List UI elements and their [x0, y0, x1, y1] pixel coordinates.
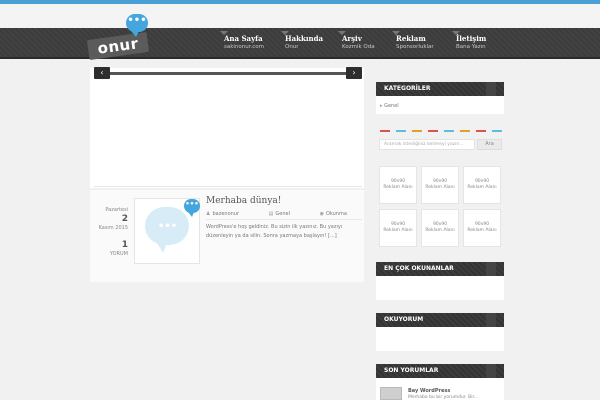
nav-item-archive[interactable]: Arşiv Kozmik Oda: [338, 31, 375, 56]
speech-bubble-icon: •••: [126, 14, 148, 37]
folder-icon: ▤: [268, 211, 274, 217]
nav-item-title: Arşiv: [342, 34, 362, 43]
category-link[interactable]: Genel: [380, 103, 399, 109]
post-comment-label: YORUM: [109, 251, 128, 257]
post-day-name: Pazartesi: [105, 207, 128, 213]
nav-item-advertise[interactable]: Reklam Sponsorluklar: [392, 31, 434, 56]
widget-body-reading: [376, 327, 504, 351]
featured-slider: [90, 68, 364, 188]
eye-icon: ◉: [319, 211, 324, 217]
ad-slot[interactable]: 90x90 Reklam Alanı: [463, 166, 501, 204]
widget-header-most-read: EN ÇOK OKUNANLAR: [376, 262, 504, 276]
nav-item-subtitle: Kozmik Oda: [342, 44, 375, 50]
nav-item-subtitle: Bana Yazın: [456, 44, 486, 50]
ad-label: Reklam Alanı: [425, 228, 455, 233]
widget-title: EN ÇOK OKUNANLAR: [384, 265, 454, 272]
ad-label: Reklam Alanı: [425, 185, 455, 190]
nav-item-title: Hakkında: [285, 34, 324, 43]
nav-item-about[interactable]: Hakkında Onur: [280, 31, 324, 56]
divider: [206, 219, 362, 220]
search-button[interactable]: Ara: [477, 139, 502, 150]
post-category[interactable]: Genel: [275, 211, 290, 217]
decorative-dashes: [380, 130, 502, 132]
widget-title: KATEGORİLER: [384, 85, 431, 92]
nav-item-contact[interactable]: İletişim Bana Yazın: [451, 31, 487, 56]
nav-item-home[interactable]: Ana Sayfa sakinonur.com: [219, 31, 265, 56]
comment-author[interactable]: Bay WordPress: [408, 388, 450, 394]
widget-body-most-read: [376, 276, 504, 300]
post-day: 2: [121, 214, 128, 224]
ad-label: Reklam Alanı: [467, 228, 497, 233]
slider-bar: [94, 72, 362, 75]
post-author[interactable]: bazenonur: [212, 211, 239, 217]
nav-item-subtitle: Sponsorluklar: [396, 44, 434, 50]
post-excerpt: WordPress'e hoş geldiniz. Bu sizin ilk y…: [206, 224, 343, 239]
post-comment-count[interactable]: 1: [98, 240, 128, 250]
widget-header-reading: OKUYORUM: [376, 313, 504, 327]
ad-label: Reklam Alanı: [383, 228, 413, 233]
comment-excerpt: Merhaba bu bir yorumdur. Bir...: [408, 395, 479, 400]
nav-item-title: Ana Sayfa: [224, 34, 263, 43]
divider: [94, 186, 362, 187]
nav-item-title: İletişim: [456, 34, 487, 43]
ad-slot[interactable]: 90x90 Reklam Alanı: [379, 166, 417, 204]
nav-item-subtitle: Onur: [285, 44, 299, 50]
nav-item-subtitle: sakinonur.com: [224, 44, 265, 50]
post-month-year: Kasım 2015: [98, 225, 128, 231]
widget-header-recent-comments: SON YORUMLAR: [376, 364, 504, 378]
user-icon: ♟: [206, 211, 211, 217]
comment-badge-icon: •••: [184, 199, 200, 217]
widget-title: SON YORUMLAR: [384, 367, 439, 374]
widget-title: OKUYORUM: [384, 316, 424, 323]
ad-label: Reklam Alanı: [467, 185, 497, 190]
post-date: Pazartesi 2 Kasım 2015 1 YORUM: [98, 206, 128, 258]
widget-header-categories: KATEGORİLER: [376, 82, 504, 96]
avatar[interactable]: [380, 387, 402, 400]
post-meta: ♟ bazenonur ▤ Genel ◉ Okunma: [206, 211, 375, 217]
ad-slot[interactable]: 90x90 Reklam Alanı: [421, 166, 459, 204]
ad-slot[interactable]: 90x90 Reklam Alanı: [463, 209, 501, 247]
slider-prev-button[interactable]: ‹: [94, 67, 110, 79]
ad-slot[interactable]: 90x90 Reklam Alanı: [421, 209, 459, 247]
site-logo[interactable]: onur •••: [86, 14, 160, 62]
ad-slot[interactable]: 90x90 Reklam Alanı: [379, 209, 417, 247]
post-title[interactable]: Merhaba dünya!: [206, 196, 281, 206]
logo-text: onur: [86, 31, 150, 61]
thumbnail-dots: •••: [158, 221, 178, 232]
slider-next-button[interactable]: ›: [346, 67, 362, 79]
ad-label: Reklam Alanı: [383, 185, 413, 190]
nav-item-title: Reklam: [396, 34, 426, 43]
search-input[interactable]: Aramak istediğiniz kelimeyi yazın...: [379, 139, 475, 150]
post-read-label: Okunma: [325, 211, 347, 217]
